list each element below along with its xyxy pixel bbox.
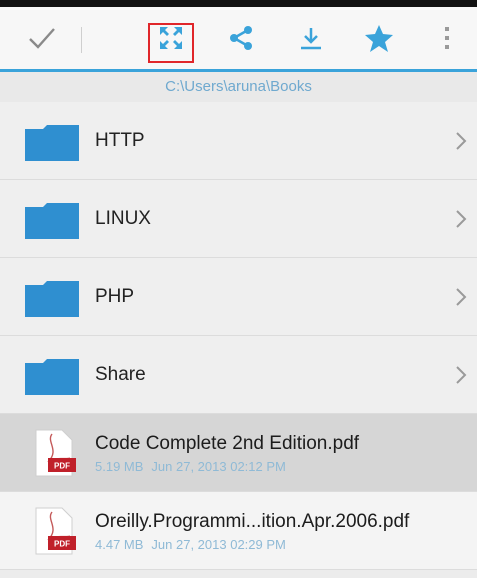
toolbar-divider xyxy=(81,27,82,53)
favorite-button[interactable] xyxy=(356,7,402,69)
download-button[interactable] xyxy=(288,7,334,69)
done-button[interactable] xyxy=(14,7,70,69)
current-path: C:\Users\aruna\Books xyxy=(0,72,477,102)
file-meta: 4.47 MB Jun 27, 2013 02:29 PM xyxy=(95,537,286,552)
chevron-right-icon xyxy=(456,366,467,384)
folder-icon xyxy=(25,281,79,317)
expand-highlight-box xyxy=(148,23,194,63)
download-icon xyxy=(301,28,321,50)
file-date: Jun 27, 2013 02:29 PM xyxy=(151,537,286,552)
folder-row-php[interactable]: PHP xyxy=(0,258,477,336)
share-icon xyxy=(230,26,252,50)
file-meta: 5.19 MB Jun 27, 2013 02:12 PM xyxy=(95,459,286,474)
folder-row-linux[interactable]: LINUX xyxy=(0,180,477,258)
pdf-badge-text: PDF xyxy=(54,540,70,549)
chevron-right-icon xyxy=(456,288,467,306)
folder-label: HTTP xyxy=(95,130,145,151)
folder-icon xyxy=(25,359,79,395)
file-browser-screen: C:\Users\aruna\Books HTTP LINUX PHP Shar… xyxy=(0,0,477,578)
star-icon xyxy=(365,25,393,52)
checkmark-icon xyxy=(29,28,55,49)
file-size: 5.19 MB xyxy=(95,459,144,474)
share-button[interactable] xyxy=(218,7,264,69)
overflow-menu-icon xyxy=(445,27,449,49)
chevron-right-icon xyxy=(456,210,467,228)
file-date: Jun 27, 2013 02:12 PM xyxy=(151,459,286,474)
folder-icon xyxy=(25,203,79,239)
file-name: Code Complete 2nd Edition.pdf xyxy=(95,433,360,454)
folder-row-http[interactable]: HTTP xyxy=(0,102,477,180)
file-row-oreilly[interactable]: PDF Oreilly.Programmi...ition.Apr.2006.p… xyxy=(0,492,477,570)
chevron-right-icon xyxy=(456,132,467,150)
status-bar xyxy=(0,0,477,7)
pdf-file-icon: PDF xyxy=(35,429,76,477)
file-row-code-complete[interactable]: PDF Code Complete 2nd Edition.pdf 5.19 M… xyxy=(0,414,477,492)
folder-row-share[interactable]: Share xyxy=(0,336,477,414)
folder-label: PHP xyxy=(95,286,135,307)
folder-icon xyxy=(25,125,79,161)
pdf-file-icon: PDF xyxy=(35,507,76,555)
folder-label: LINUX xyxy=(95,208,151,229)
folder-label: Share xyxy=(95,364,146,385)
file-name: Oreilly.Programmi...ition.Apr.2006.pdf xyxy=(95,511,410,532)
action-toolbar xyxy=(0,7,477,72)
file-size: 4.47 MB xyxy=(95,537,144,552)
pdf-badge-text: PDF xyxy=(54,462,70,471)
overflow-menu-button[interactable] xyxy=(432,7,462,69)
